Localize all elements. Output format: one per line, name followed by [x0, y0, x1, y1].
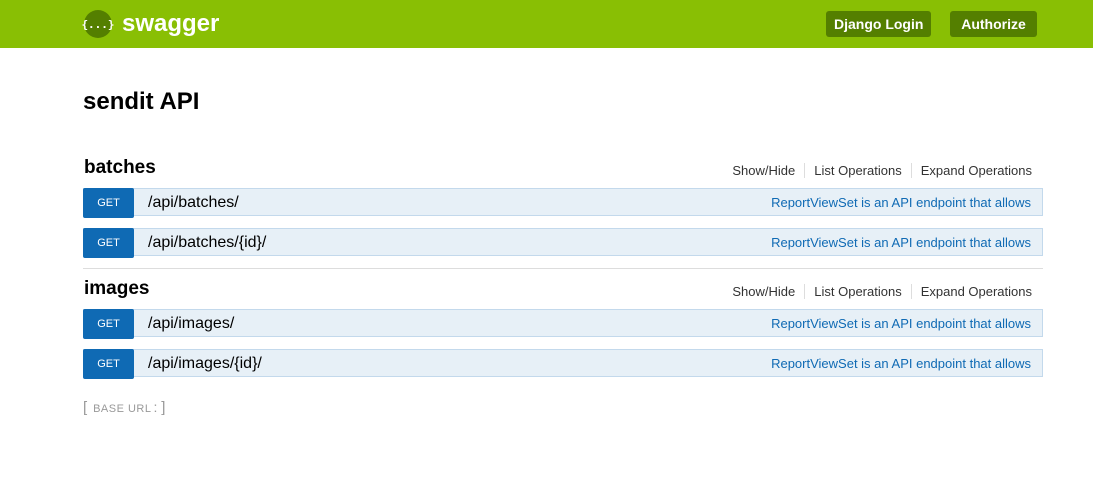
- top-bar: {...} swagger Django Login Authorize: [0, 0, 1093, 48]
- resource-name[interactable]: batches: [84, 157, 156, 179]
- operation-summary[interactable]: ReportViewSet is an API endpoint that al…: [771, 356, 1031, 371]
- operation-row[interactable]: GET /api/images/ ReportViewSet is an API…: [83, 309, 1043, 339]
- operation-row[interactable]: GET /api/images/{id}/ ReportViewSet is a…: [83, 349, 1043, 379]
- operation-path[interactable]: /api/batches/: [148, 194, 239, 212]
- operation-path[interactable]: /api/images/{id}/: [148, 355, 262, 373]
- operation-summary[interactable]: ReportViewSet is an API endpoint that al…: [771, 235, 1031, 250]
- expand-operations-link[interactable]: Expand Operations: [910, 163, 1032, 178]
- operation-path[interactable]: /api/images/: [148, 315, 234, 333]
- resource-name[interactable]: images: [84, 278, 149, 300]
- close-bracket: ]: [161, 399, 166, 416]
- method-badge[interactable]: GET: [83, 188, 134, 218]
- operation-row[interactable]: GET /api/batches/{id}/ ReportViewSet is …: [83, 228, 1043, 258]
- django-login-button[interactable]: Django Login: [826, 11, 932, 37]
- operation-get-images[interactable]: GET /api/images/ ReportViewSet is an API…: [83, 309, 1043, 339]
- resource-actions: Show/Hide List Operations Expand Operati…: [723, 163, 1032, 178]
- logo-text: swagger: [122, 10, 220, 37]
- base-url-colon: :: [153, 399, 158, 415]
- resource-header: images Show/Hide List Operations Expand …: [83, 278, 1043, 308]
- base-url-footer: [ base url: ]: [83, 399, 165, 416]
- api-title: sendit API: [83, 88, 200, 115]
- operation-get-batches[interactable]: GET /api/batches/ ReportViewSet is an AP…: [83, 188, 1043, 218]
- operation-get-batch-by-id[interactable]: GET /api/batches/{id}/ ReportViewSet is …: [83, 228, 1043, 258]
- operation-summary[interactable]: ReportViewSet is an API endpoint that al…: [771, 316, 1031, 331]
- list-operations-link[interactable]: List Operations: [804, 163, 910, 178]
- method-badge[interactable]: GET: [83, 349, 134, 379]
- resource-actions: Show/Hide List Operations Expand Operati…: [723, 284, 1032, 299]
- swagger-logo[interactable]: {...} swagger: [81, 10, 220, 38]
- swagger-logo-icon: {...}: [81, 10, 115, 38]
- operation-summary[interactable]: ReportViewSet is an API endpoint that al…: [771, 195, 1031, 210]
- list-operations-link[interactable]: List Operations: [804, 284, 910, 299]
- resource-header: batches Show/Hide List Operations Expand…: [83, 157, 1043, 187]
- base-url-label: base url: [93, 403, 152, 415]
- resource-divider: [83, 268, 1043, 269]
- authorize-button[interactable]: Authorize: [950, 11, 1037, 37]
- operation-path[interactable]: /api/batches/{id}/: [148, 234, 266, 252]
- method-badge[interactable]: GET: [83, 309, 134, 339]
- operation-get-image-by-id[interactable]: GET /api/images/{id}/ ReportViewSet is a…: [83, 349, 1043, 379]
- open-bracket: [: [83, 399, 88, 416]
- show-hide-link[interactable]: Show/Hide: [723, 284, 804, 299]
- expand-operations-link[interactable]: Expand Operations: [910, 284, 1032, 299]
- resource-batches: batches Show/Hide List Operations Expand…: [83, 157, 1043, 187]
- method-badge[interactable]: GET: [83, 228, 134, 258]
- operation-row[interactable]: GET /api/batches/ ReportViewSet is an AP…: [83, 188, 1043, 218]
- show-hide-link[interactable]: Show/Hide: [723, 163, 804, 178]
- resource-images: images Show/Hide List Operations Expand …: [83, 278, 1043, 308]
